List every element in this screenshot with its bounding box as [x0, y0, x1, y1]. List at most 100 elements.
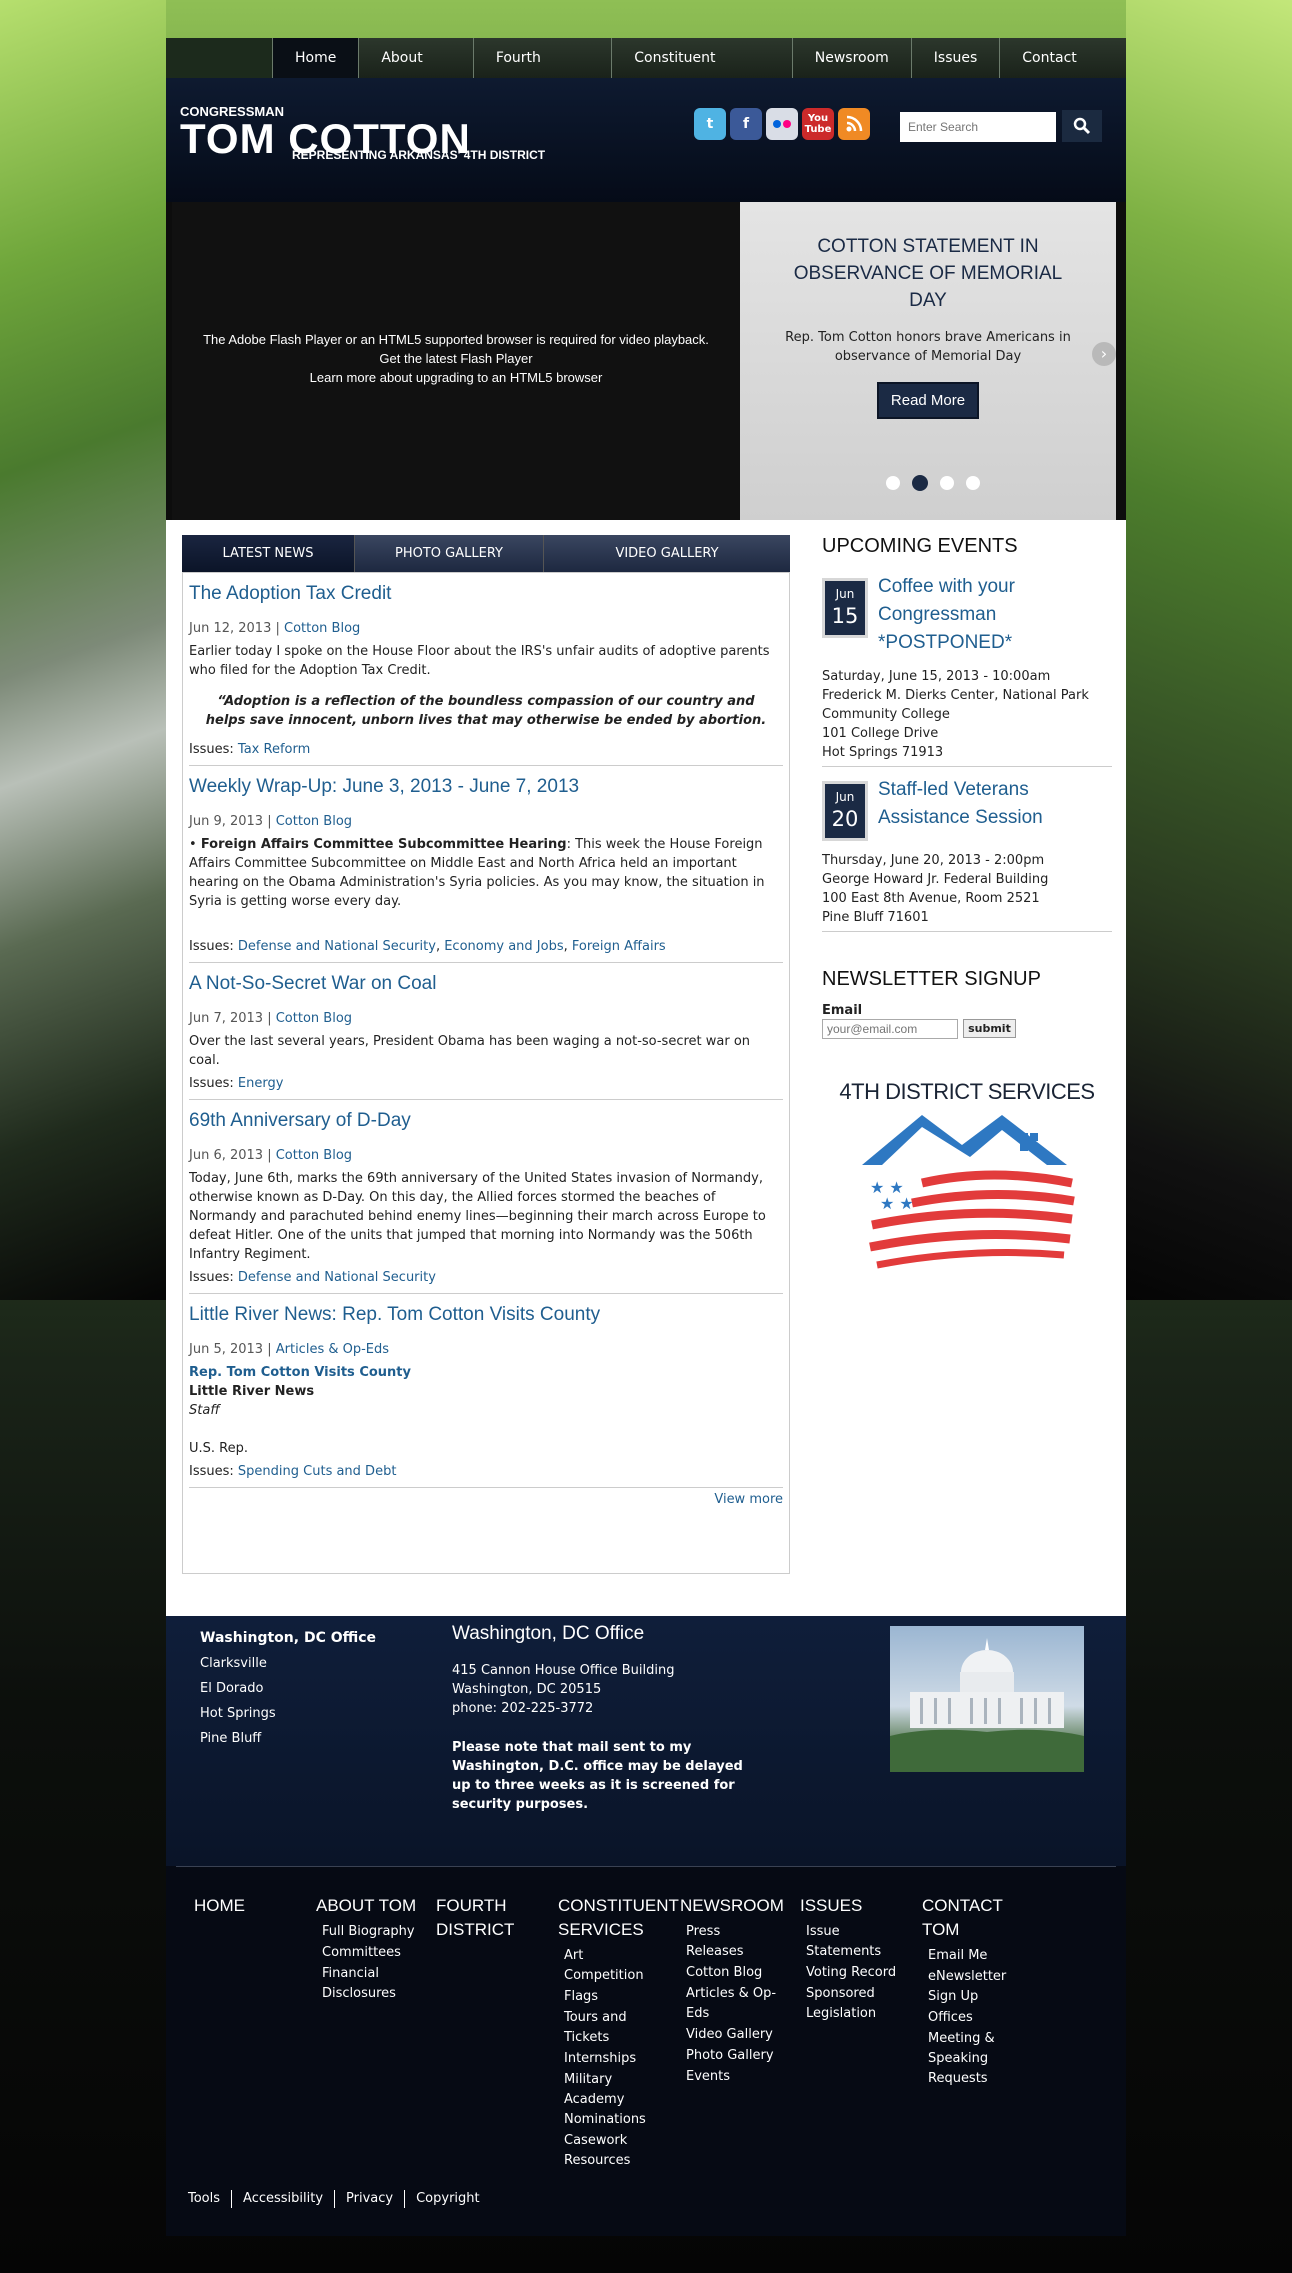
privacy-link[interactable]: Privacy — [334, 2190, 404, 2208]
footer-link[interactable]: Cotton Blog — [686, 1963, 786, 1983]
search-input[interactable] — [900, 112, 1056, 142]
flickr-icon[interactable] — [766, 108, 798, 140]
article-meta: Jun 5, 2013 | Articles & Op-Eds — [189, 1342, 390, 1357]
issue-link[interactable]: Tax Reform — [238, 742, 310, 757]
rss-icon[interactable] — [838, 108, 870, 140]
event-title[interactable]: Staff-led Veterans Assistance Session — [878, 776, 1112, 841]
issue-link[interactable]: Foreign Affairs — [572, 939, 666, 954]
nav-newsroom[interactable]: Newsroom — [791, 38, 911, 78]
nav-home[interactable]: Home — [272, 38, 359, 78]
office-link-clarksville[interactable]: Clarksville — [200, 1651, 376, 1676]
office-link-hot-springs[interactable]: Hot Springs — [200, 1701, 376, 1726]
footer-link[interactable]: Offices — [928, 2008, 1018, 2028]
slide-dot-4[interactable] — [966, 476, 980, 490]
footer-link[interactable]: Tours and Tickets — [564, 2008, 654, 2048]
search-button[interactable] — [1062, 110, 1102, 142]
office-link-el-dorado[interactable]: El Dorado — [200, 1676, 376, 1701]
footer-link[interactable]: Internships — [564, 2049, 654, 2069]
facebook-icon[interactable]: f — [730, 108, 762, 140]
footer-link[interactable]: Voting Record — [806, 1963, 906, 1983]
address-line: 415 Cannon House Office Building — [452, 1663, 675, 1678]
footer-link[interactable]: Meeting & Speaking Requests — [928, 2029, 1018, 2089]
article-category-link[interactable]: Cotton Blog — [276, 814, 352, 829]
footer-heading[interactable]: FOURTH DISTRICT — [436, 1894, 536, 1942]
footer-heading[interactable]: NEWSROOM — [680, 1894, 790, 1918]
footer-heading[interactable]: HOME — [194, 1894, 314, 1918]
video-player[interactable]: The Adobe Flash Player or an HTML5 suppo… — [172, 202, 740, 520]
tab-photo-gallery[interactable]: PHOTO GALLERY — [355, 535, 544, 572]
nav-issues[interactable]: Issues — [910, 38, 1000, 78]
footer-link[interactable]: eNewsletter Sign Up — [928, 1967, 1018, 2007]
submit-button[interactable]: submit — [963, 1019, 1016, 1038]
article-issues: Issues: Tax Reform — [189, 742, 783, 757]
nav-fourth-district[interactable]: Fourth District — [472, 38, 612, 106]
footer-link[interactable]: Sponsored Legislation — [806, 1984, 886, 2024]
address-line: Washington, DC 20515 — [452, 1682, 602, 1697]
issue-link[interactable]: Energy — [238, 1076, 284, 1091]
article-title[interactable]: Little River News: Rep. Tom Cotton Visit… — [189, 1304, 783, 1326]
footer-link[interactable]: Flags — [564, 1987, 654, 2007]
article-title[interactable]: A Not-So-Secret War on Coal — [189, 973, 783, 995]
issue-link[interactable]: Defense and National Security — [238, 939, 436, 954]
footer-link[interactable]: Photo Gallery — [686, 2046, 786, 2066]
html5-upgrade-link[interactable]: Learn more about upgrading to an HTML5 b… — [310, 370, 603, 385]
article-date: Jun 12, 2013 — [189, 621, 272, 636]
footer-link[interactable]: Casework Resources — [564, 2131, 654, 2171]
tab-video-gallery[interactable]: VIDEO GALLERY — [544, 535, 790, 572]
footer-link[interactable]: Events — [686, 2067, 786, 2087]
issue-link[interactable]: Defense and National Security — [238, 1270, 436, 1285]
twitter-icon[interactable]: t — [694, 108, 726, 140]
chevron-right-icon[interactable]: › — [1092, 342, 1116, 366]
article-issues: Issues: Defense and National Security — [189, 1270, 783, 1285]
article-title[interactable]: The Adoption Tax Credit — [189, 583, 783, 605]
footer-link[interactable]: Military Academy Nominations — [564, 2070, 654, 2130]
article-category-link[interactable]: Cotton Blog — [284, 621, 360, 636]
accessibility-link[interactable]: Accessibility — [231, 2190, 334, 2208]
article-category-link[interactable]: Cotton Blog — [276, 1148, 352, 1163]
footer-link[interactable]: Committees — [322, 1943, 436, 1963]
issues-label: Issues: — [189, 742, 234, 757]
footer-link[interactable]: Articles & Op-Eds — [686, 1984, 782, 2024]
office-link-pine-bluff[interactable]: Pine Bluff — [200, 1726, 376, 1751]
office-link-dc[interactable]: Washington, DC Office — [200, 1626, 376, 1651]
copyright-link[interactable]: Copyright — [404, 2190, 491, 2208]
slide-dot-1[interactable] — [886, 476, 900, 490]
article-category-link[interactable]: Articles & Op-Eds — [276, 1342, 389, 1357]
tab-latest-news[interactable]: LATEST NEWS — [182, 535, 355, 572]
footer-col-issues: ISSUES Issue Statements Voting Record Sp… — [800, 1894, 910, 2025]
event-title[interactable]: Coffee with your Congressman *POSTPONED* — [878, 573, 1112, 657]
district-services-banner[interactable]: 4TH DISTRICT SERVICES ★ ★ ★ ★ — [822, 1079, 1112, 1279]
nav-contact-tom[interactable]: Contact Tom — [999, 38, 1126, 106]
slide-dot-3[interactable] — [940, 476, 954, 490]
footer-col-about: ABOUT TOM Full Biography Committees Fina… — [316, 1894, 436, 2005]
footer-link[interactable]: Email Me — [928, 1946, 1018, 1966]
footer-link[interactable]: Full Biography — [322, 1922, 436, 1942]
footer-heading[interactable]: ISSUES — [800, 1894, 910, 1918]
youtube-icon[interactable]: You Tube — [802, 108, 834, 140]
capitol-image — [890, 1626, 1084, 1772]
read-more-button[interactable]: Read More — [876, 382, 980, 419]
issue-link[interactable]: Spending Cuts and Debt — [238, 1464, 397, 1479]
article-title[interactable]: 69th Anniversary of D-Day — [189, 1110, 783, 1132]
view-more-link[interactable]: View more — [714, 1492, 783, 1507]
footer-link[interactable]: Video Gallery — [686, 2025, 786, 2045]
slide-dot-2[interactable] — [912, 475, 928, 491]
footer-link[interactable]: Art Competition — [564, 1946, 654, 1986]
article-category-link[interactable]: Cotton Blog — [276, 1011, 352, 1026]
flash-player-link[interactable]: Get the latest Flash Player — [379, 351, 532, 366]
article-source-link[interactable]: Rep. Tom Cotton Visits County — [189, 1365, 411, 1380]
footer-link[interactable]: Press Releases — [686, 1922, 746, 1962]
footer-heading[interactable]: CONSTITUENT SERVICES — [558, 1894, 679, 1942]
footer-link[interactable]: Issue Statements — [806, 1922, 886, 1962]
issue-link[interactable]: Economy and Jobs — [444, 939, 563, 954]
sidebar: UPCOMING EVENTS Jun 15 Coffee with your C… — [822, 535, 1112, 1279]
tools-link[interactable]: Tools — [188, 2190, 231, 2208]
footer-heading[interactable]: CONTACT TOM — [922, 1894, 1022, 1942]
email-field[interactable] — [822, 1018, 958, 1039]
nav-about-tom[interactable]: About Tom — [358, 38, 473, 106]
nav-constituent-services[interactable]: Constituent Services — [611, 38, 792, 106]
footer-link[interactable]: Financial Disclosures — [322, 1964, 402, 2004]
footer-heading[interactable]: ABOUT TOM — [316, 1894, 436, 1918]
featured-slide: COTTON STATEMENT IN OBSERVANCE OF MEMORI… — [740, 202, 1116, 520]
article-title[interactable]: Weekly Wrap-Up: June 3, 2013 - June 7, 2… — [189, 776, 783, 798]
